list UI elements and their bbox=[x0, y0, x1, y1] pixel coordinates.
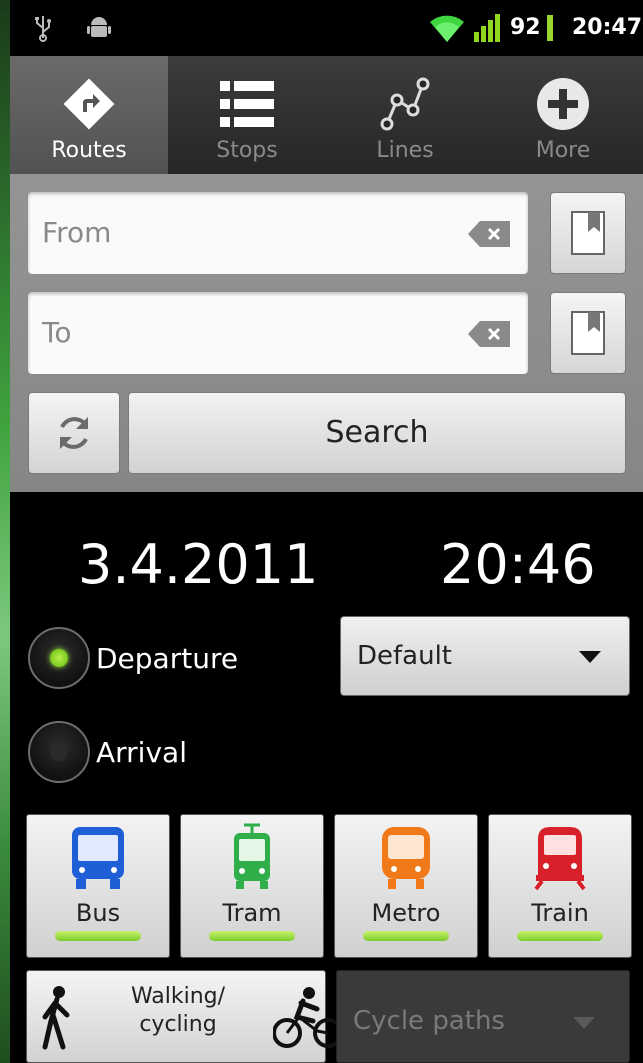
from-bookmark-button[interactable] bbox=[550, 192, 626, 274]
android-icon bbox=[87, 17, 111, 37]
departure-label: Departure bbox=[96, 641, 239, 675]
radio-indicator bbox=[28, 721, 90, 783]
train-icon bbox=[534, 827, 586, 891]
battery-icon bbox=[546, 15, 553, 41]
radio-indicator bbox=[28, 627, 90, 689]
tab-routes[interactable]: Routes bbox=[10, 56, 168, 174]
bus-icon bbox=[72, 827, 124, 889]
clear-to-icon[interactable] bbox=[468, 321, 510, 347]
screen-edge bbox=[0, 0, 10, 1063]
mode-tram-button[interactable]: Tram bbox=[180, 814, 324, 958]
time-picker[interactable]: 20:46 bbox=[440, 530, 596, 600]
from-field[interactable]: From bbox=[28, 192, 528, 274]
mode-bus-button[interactable]: Bus bbox=[26, 814, 170, 958]
bookmark-icon bbox=[571, 211, 605, 255]
arrival-radio[interactable]: Arrival bbox=[28, 720, 288, 784]
pedestrian-icon bbox=[42, 986, 70, 1050]
from-placeholder: From bbox=[42, 216, 112, 249]
bicycle-icon bbox=[273, 987, 343, 1048]
mode-label: Train bbox=[531, 899, 589, 927]
tab-bar: Routes Stops Lines More bbox=[10, 56, 643, 174]
bookmark-icon bbox=[571, 311, 605, 355]
usb-icon bbox=[35, 16, 51, 42]
cycle-paths-value: Cycle paths bbox=[353, 1006, 505, 1036]
signal-icon bbox=[474, 14, 500, 42]
tab-lines[interactable]: Lines bbox=[326, 56, 484, 174]
mode-train-button[interactable]: Train bbox=[488, 814, 632, 958]
swap-button[interactable] bbox=[28, 392, 120, 474]
to-field[interactable]: To bbox=[28, 292, 528, 374]
chevron-down-icon bbox=[573, 1017, 595, 1029]
tab-label: Stops bbox=[216, 138, 278, 163]
enabled-indicator bbox=[55, 931, 141, 941]
arrival-label: Arrival bbox=[96, 735, 187, 769]
tab-label: More bbox=[535, 138, 591, 163]
to-placeholder: To bbox=[42, 316, 72, 349]
walking-label-line1: Walking/ bbox=[130, 984, 226, 1009]
enabled-indicator bbox=[363, 931, 449, 941]
route-type-dropdown[interactable]: Default bbox=[340, 616, 630, 696]
mode-metro-button[interactable]: Metro bbox=[334, 814, 478, 958]
status-time: 20:47 bbox=[572, 15, 643, 40]
plus-icon bbox=[533, 74, 593, 134]
search-panel: From To Search bbox=[10, 174, 643, 492]
walking-label: Walking/ cycling bbox=[103, 983, 253, 1039]
battery-indicator: 92 bbox=[510, 12, 553, 44]
walking-cycling-button[interactable]: Walking/ cycling bbox=[26, 970, 343, 1063]
status-bar: 92 20:47 bbox=[10, 0, 643, 56]
mode-label: Bus bbox=[75, 899, 121, 927]
battery-level: 92 bbox=[510, 15, 541, 40]
wifi-icon bbox=[430, 15, 464, 42]
to-bookmark-button[interactable] bbox=[550, 292, 626, 374]
route-type-value: Default bbox=[357, 641, 452, 671]
tab-label: Lines bbox=[376, 138, 434, 163]
enabled-indicator bbox=[517, 931, 603, 941]
mode-label: Metro bbox=[371, 899, 441, 927]
tab-label: Routes bbox=[51, 138, 127, 163]
walking-label-line2: cycling bbox=[139, 1012, 217, 1037]
list-icon bbox=[217, 74, 277, 134]
metro-icon bbox=[382, 827, 430, 889]
search-button[interactable]: Search bbox=[128, 392, 626, 474]
tab-more[interactable]: More bbox=[484, 56, 642, 174]
directions-icon bbox=[59, 74, 119, 134]
cycle-paths-dropdown[interactable]: Cycle paths bbox=[336, 970, 630, 1063]
clear-from-icon[interactable] bbox=[468, 221, 510, 247]
date-picker[interactable]: 3.4.2011 bbox=[78, 530, 318, 600]
departure-radio[interactable]: Departure bbox=[28, 626, 288, 690]
chevron-down-icon bbox=[579, 651, 601, 663]
enabled-indicator bbox=[209, 931, 295, 941]
mode-label: Tram bbox=[222, 899, 282, 927]
tab-stops[interactable]: Stops bbox=[168, 56, 326, 174]
refresh-icon bbox=[60, 417, 88, 449]
tram-icon bbox=[234, 823, 270, 889]
lines-icon bbox=[375, 74, 435, 134]
